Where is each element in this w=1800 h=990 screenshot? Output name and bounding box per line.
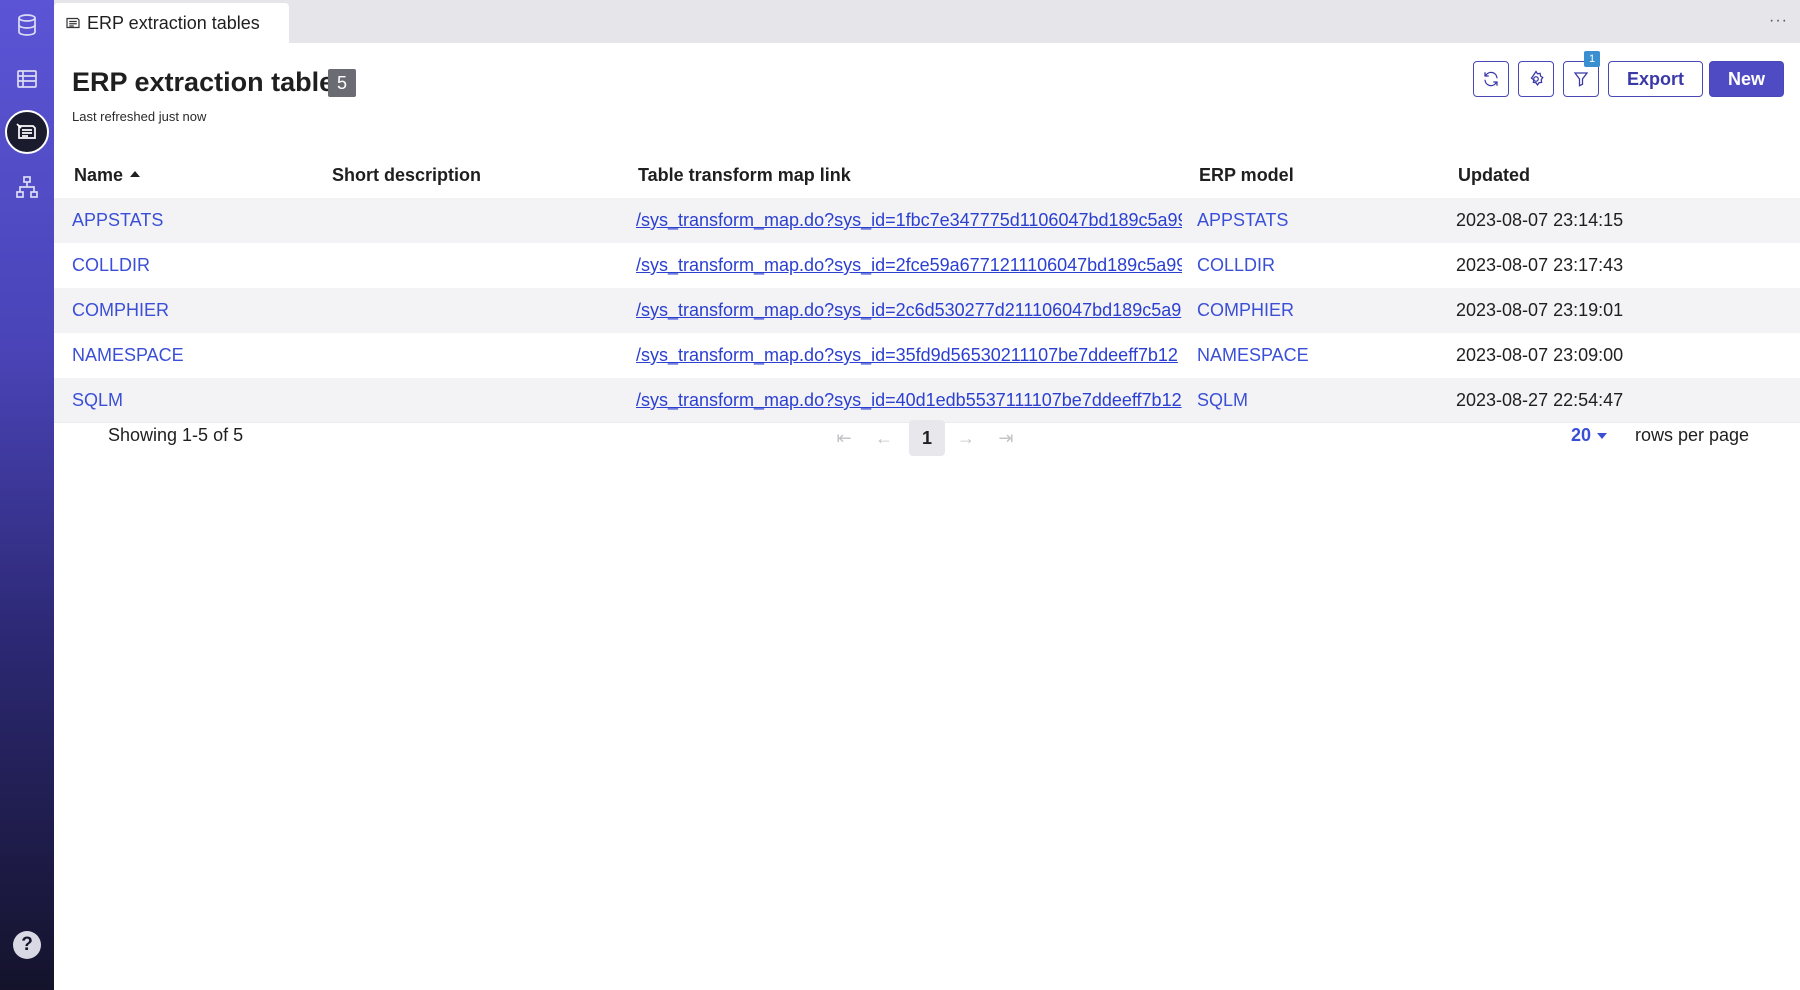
cell-name-text[interactable]: SQLM [72,390,123,410]
next-page-icon[interactable]: → [951,423,981,453]
rows-per-page-select[interactable]: 20 [1571,425,1608,446]
last-page-icon[interactable]: ⇥ [991,423,1021,453]
rows-per-page-label: rows per page [1635,425,1750,445]
sidebar-item-hierarchy[interactable] [0,165,54,209]
cell-erp-model: NAMESPACE [1197,333,1447,378]
table-row[interactable]: SQLM/sys_transform_map.do?sys_id=40d1edb… [54,378,1800,423]
table-row[interactable]: COLLDIR/sys_transform_map.do?sys_id=2fce… [54,243,1800,288]
main-content: ERP extraction tables 5 Last refreshed j… [54,43,1800,990]
column-header-transform-map-link[interactable]: Table transform map link [638,153,1184,198]
cell-erp-model-text[interactable]: COMPHIER [1197,300,1294,320]
cell-transform-map-link-text[interactable]: /sys_transform_map.do?sys_id=1fbc7e34777… [636,210,1182,230]
cell-updated: 2023-08-27 22:54:47 [1456,378,1756,423]
cell-erp-model: COMPHIER [1197,288,1447,333]
cell-name-text[interactable]: APPSTATS [72,210,163,230]
cell-transform-map-link: /sys_transform_map.do?sys_id=2fce59a6771… [636,243,1182,288]
cell-name: SQLM [72,378,312,423]
sidebar-item-erp-extraction[interactable] [0,110,54,154]
table-row[interactable]: APPSTATS/sys_transform_map.do?sys_id=1fb… [54,198,1800,243]
cell-updated-text: 2023-08-07 23:19:01 [1456,300,1624,320]
help-icon[interactable]: ? [13,931,41,959]
sidebar-item-database[interactable] [0,3,54,47]
cell-name-text[interactable]: NAMESPACE [72,345,184,365]
table-row[interactable]: NAMESPACE/sys_transform_map.do?sys_id=35… [54,333,1800,378]
refresh-button[interactable] [1473,61,1509,97]
first-page-icon[interactable]: ⇤ [829,423,859,453]
current-page-button[interactable]: 1 [909,420,945,456]
cell-name-text[interactable]: COMPHIER [72,300,169,320]
cell-updated: 2023-08-07 23:09:00 [1456,333,1756,378]
cell-transform-map-link-text[interactable]: /sys_transform_map.do?sys_id=35fd9d56530… [636,345,1178,365]
cell-name: APPSTATS [72,198,312,243]
cell-short-description [332,243,632,288]
cell-transform-map-link-text[interactable]: /sys_transform_map.do?sys_id=2fce59a6771… [636,255,1182,275]
cell-erp-model-text[interactable]: APPSTATS [1197,210,1288,230]
cell-name: NAMESPACE [72,333,312,378]
table-row[interactable]: COMPHIER/sys_transform_map.do?sys_id=2c6… [54,288,1800,333]
caret-down-icon [1597,433,1608,440]
column-header-short-description[interactable]: Short description [332,153,632,198]
column-header-erp-model[interactable]: ERP model [1199,153,1449,198]
cell-updated-text: 2023-08-07 23:17:43 [1456,255,1624,275]
settings-button[interactable] [1518,61,1554,97]
showing-count-text: Showing 1-5 of 5 [108,425,244,445]
cell-erp-model: COLLDIR [1197,243,1447,288]
left-sidebar: ? [0,0,54,990]
table-icon [17,70,37,88]
cell-transform-map-link: /sys_transform_map.do?sys_id=1fbc7e34777… [636,198,1182,243]
filter-count-badge: 1 [1584,51,1600,67]
more-options-icon[interactable]: ··· [1769,12,1788,30]
erp-extraction-icon [16,123,36,139]
last-refreshed-text: Last refreshed just now [72,109,207,124]
cell-transform-map-link: /sys_transform_map.do?sys_id=40d1edb5537… [636,378,1182,423]
cell-updated: 2023-08-07 23:17:43 [1456,243,1756,288]
page-title: ERP extraction tables [72,67,350,97]
cell-erp-model-text[interactable]: SQLM [1197,390,1248,410]
cell-updated: 2023-08-07 23:19:01 [1456,288,1756,333]
gear-icon [1530,70,1544,87]
tab-label: ERP extraction tables [87,12,260,33]
sort-ascending-icon [130,171,141,178]
cell-short-description [332,198,632,243]
cell-updated-text: 2023-08-07 23:09:00 [1456,345,1624,365]
records-table: Name Short description Table transform m… [54,153,1800,423]
cell-transform-map-link: /sys_transform_map.do?sys_id=35fd9d56530… [636,333,1182,378]
cell-erp-model-text[interactable]: NAMESPACE [1197,345,1309,365]
hierarchy-icon [16,176,38,198]
cell-erp-model: APPSTATS [1197,198,1447,243]
table-header-row: Name Short description Table transform m… [54,153,1800,198]
cell-transform-map-link-text[interactable]: /sys_transform_map.do?sys_id=2c6d530277d… [636,300,1181,320]
cell-name: COMPHIER [72,288,312,333]
cell-updated: 2023-08-07 23:14:15 [1456,198,1756,243]
cell-transform-map-link-text[interactable]: /sys_transform_map.do?sys_id=40d1edb5537… [636,390,1182,410]
cell-name: COLLDIR [72,243,312,288]
cell-erp-model-text[interactable]: COLLDIR [1197,255,1275,275]
column-header-name[interactable]: Name [74,153,314,198]
cell-name-text[interactable]: COLLDIR [72,255,150,275]
refresh-icon [1484,71,1498,87]
cell-updated-text: 2023-08-27 22:54:47 [1456,390,1624,410]
tab-bar: ERP extraction tables ··· [54,0,1800,43]
cell-transform-map-link: /sys_transform_map.do?sys_id=2c6d530277d… [636,288,1182,333]
tab-erp-extraction-tables[interactable]: ERP extraction tables [54,3,289,43]
database-icon [18,14,36,36]
cell-updated-text: 2023-08-07 23:14:15 [1456,210,1624,230]
column-header-updated[interactable]: Updated [1458,153,1758,198]
cell-short-description [332,378,632,423]
record-count-badge: 5 [328,69,356,97]
filter-icon [1573,72,1589,87]
previous-page-icon[interactable]: ← [869,423,899,453]
export-button[interactable]: Export [1608,61,1704,97]
cell-short-description [332,333,632,378]
table-body: APPSTATS/sys_transform_map.do?sys_id=1fb… [54,198,1800,423]
erp-extraction-icon [66,17,80,29]
cell-short-description [332,288,632,333]
sidebar-item-tables[interactable] [0,57,54,101]
new-button[interactable]: New [1709,61,1785,97]
cell-erp-model: SQLM [1197,378,1447,423]
